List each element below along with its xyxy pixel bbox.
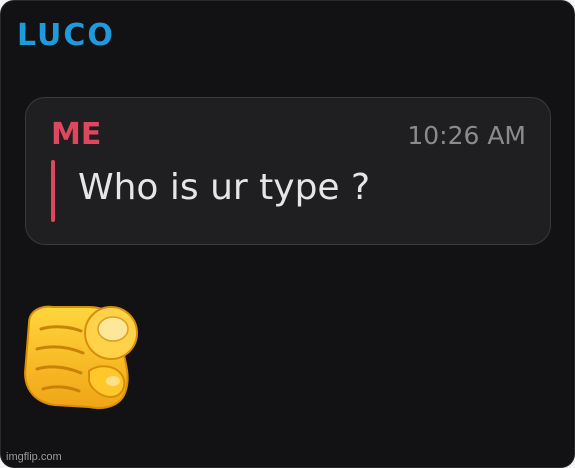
imgflip-watermark: imgflip.com bbox=[6, 451, 62, 463]
pointing-finger-emoji-icon bbox=[23, 305, 138, 409]
quote-accent-bar bbox=[51, 160, 55, 222]
quoted-message-text: Who is ur type ? bbox=[78, 167, 371, 208]
quoted-message-card[interactable]: ME 10:26 AM Who is ur type ? bbox=[25, 97, 551, 245]
chat-window: LUCO ME 10:26 AM Who is ur type ? imgfli… bbox=[0, 0, 575, 468]
quoted-message-author: ME bbox=[51, 117, 102, 152]
sender-name: LUCO bbox=[17, 18, 115, 53]
quoted-message-timestamp: 10:26 AM bbox=[407, 121, 526, 150]
